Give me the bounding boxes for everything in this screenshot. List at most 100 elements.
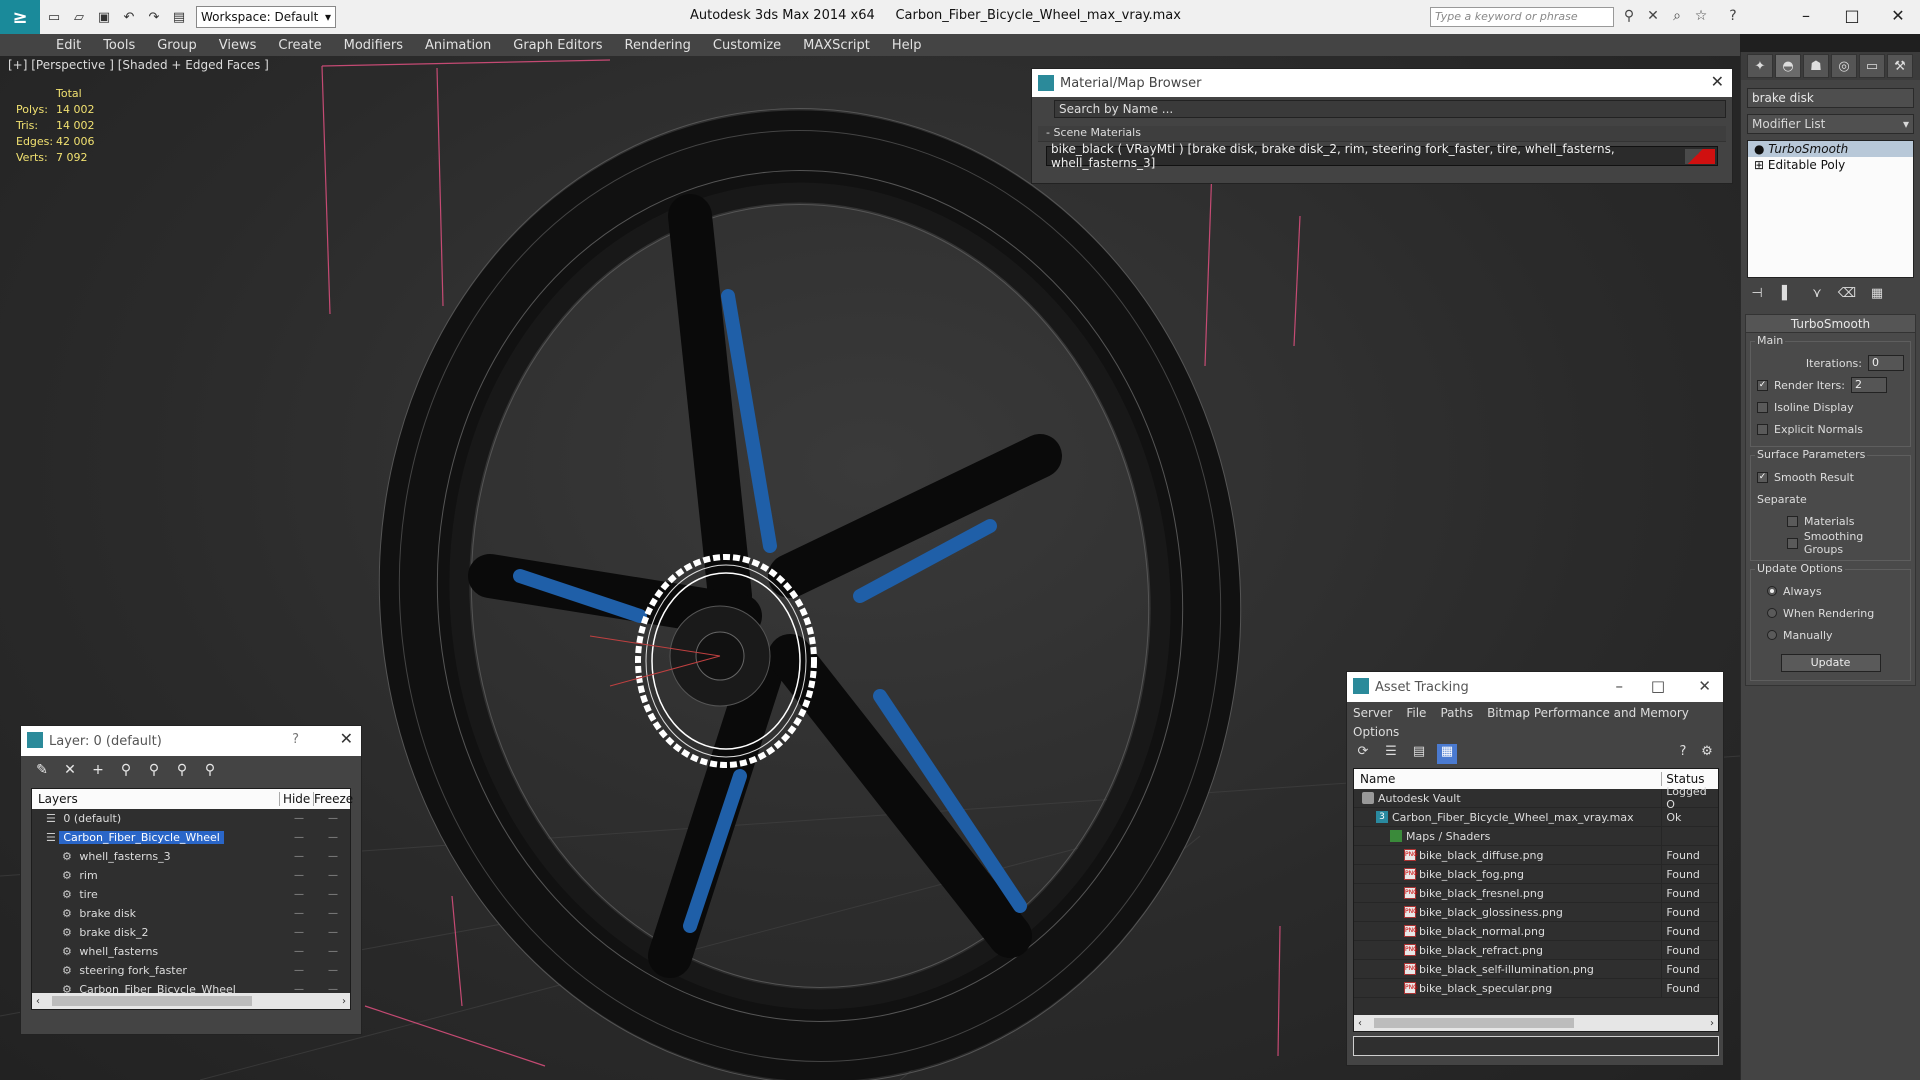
asset-menu-file[interactable]: File xyxy=(1406,706,1426,723)
scroll-thumb[interactable] xyxy=(52,996,252,1006)
modifier-list-dropdown[interactable]: Modifier List ▾ xyxy=(1747,114,1914,134)
menu-animation[interactable]: Animation xyxy=(425,38,491,53)
freeze-toggle[interactable]: — xyxy=(316,908,350,919)
tools-icon[interactable]: ✕ xyxy=(1644,8,1662,26)
hierarchy-tab-icon[interactable]: ☗ xyxy=(1803,54,1829,78)
freeze-toggle[interactable]: — xyxy=(316,832,350,843)
column-freeze[interactable]: Freeze xyxy=(314,792,353,806)
communication-icon[interactable]: ⌕ xyxy=(1668,8,1686,26)
render-iters-checkbox[interactable]: ✓ xyxy=(1757,379,1768,391)
asset-row[interactable]: Autodesk Vault Logged O xyxy=(1354,785,1718,811)
open-file-icon[interactable]: ▱ xyxy=(68,6,90,28)
freeze-toggle[interactable]: — xyxy=(316,946,350,957)
delete-layer-icon[interactable]: ✕ xyxy=(61,762,79,780)
when-rendering-radio[interactable] xyxy=(1767,608,1777,618)
layer-row[interactable]: ⚙ rim — — xyxy=(32,866,350,885)
hide-all-icon[interactable]: ⚲ xyxy=(173,762,191,780)
menu-modifiers[interactable]: Modifiers xyxy=(344,38,403,53)
show-end-result-icon[interactable]: ▌ xyxy=(1777,286,1797,306)
refresh-icon[interactable]: ⟳ xyxy=(1353,744,1373,764)
explicit-normals-checkbox[interactable] xyxy=(1757,423,1768,435)
scroll-right-icon[interactable]: › xyxy=(1710,1018,1714,1029)
layer-row[interactable]: ⚙ whell_fasterns_3— — xyxy=(32,847,350,866)
menu-edit[interactable]: Edit xyxy=(56,38,81,53)
app-logo-icon[interactable]: ≥ xyxy=(0,0,40,34)
create-layer-icon[interactable]: ✎ xyxy=(33,762,51,780)
table-view-icon[interactable]: ▦ xyxy=(1437,744,1457,764)
freeze-toggle[interactable]: — xyxy=(316,927,350,938)
stack-item-editable-poly[interactable]: ⊞ Editable Poly xyxy=(1748,157,1913,173)
smooth-result-checkbox[interactable]: ✓ xyxy=(1757,471,1768,483)
always-radio[interactable] xyxy=(1767,586,1777,596)
iterations-spinner[interactable]: 0 xyxy=(1868,355,1904,371)
asset-row[interactable]: 3 Carbon_Fiber_Bicycle_Wheel_max_vray.max… xyxy=(1354,807,1718,827)
make-unique-icon[interactable]: ⋎ xyxy=(1807,286,1827,306)
horizontal-scrollbar[interactable]: ‹ › xyxy=(32,993,350,1009)
materials-checkbox[interactable] xyxy=(1787,515,1798,527)
layer-row[interactable]: ⚙ whell_fasterns — — xyxy=(32,942,350,961)
asset-dialog-header[interactable]: Asset Tracking – □ ✕ xyxy=(1347,672,1723,702)
asset-row[interactable]: PNG bike_black_fresnel.png Found xyxy=(1354,883,1718,903)
create-tab-icon[interactable]: ✦ xyxy=(1747,54,1773,78)
hide-toggle[interactable]: — xyxy=(282,832,316,843)
scroll-thumb[interactable] xyxy=(1374,1018,1574,1028)
layer-row[interactable]: ⚙ tire — — xyxy=(32,885,350,904)
asset-row[interactable]: PNG bike_black_self-illumination.png Found xyxy=(1354,959,1718,979)
scroll-left-icon[interactable]: ‹ xyxy=(1358,1018,1362,1029)
hide-toggle[interactable]: — xyxy=(282,851,316,862)
hide-toggle[interactable]: — xyxy=(282,908,316,919)
hide-toggle[interactable]: — xyxy=(282,870,316,881)
column-layers[interactable]: Layers xyxy=(32,792,281,806)
minimize-icon[interactable]: – xyxy=(1616,677,1624,695)
asset-path-field[interactable] xyxy=(1353,1036,1719,1056)
pin-stack-icon[interactable]: ⊣ xyxy=(1747,286,1767,306)
new-file-icon[interactable]: ▭ xyxy=(43,6,65,28)
asset-menu-options[interactable]: Options xyxy=(1353,725,1399,742)
redo-icon[interactable]: ↷ xyxy=(143,6,165,28)
vault-help-icon[interactable]: ? xyxy=(1673,744,1693,764)
menu-views[interactable]: Views xyxy=(219,38,257,53)
minimize-icon[interactable]: – xyxy=(1786,4,1826,28)
favorites-star-icon[interactable]: ☆ xyxy=(1692,8,1710,26)
close-icon[interactable]: ✕ xyxy=(1711,72,1724,91)
asset-row[interactable]: PNG bike_black_refract.png Found xyxy=(1354,940,1718,960)
layer-row[interactable]: ⚙ brake disk — — xyxy=(32,904,350,923)
freeze-toggle[interactable]: — xyxy=(316,889,350,900)
layer-row[interactable]: ☰ 0 (default) — — xyxy=(32,809,350,828)
help-icon[interactable]: ? xyxy=(1724,8,1742,26)
asset-menu-bitmap[interactable]: Bitmap Performance and Memory xyxy=(1487,706,1689,723)
freeze-toggle[interactable]: — xyxy=(316,870,350,881)
material-search-input[interactable]: Search by Name ... xyxy=(1054,100,1726,118)
binoculars-icon[interactable]: ⚲ xyxy=(1620,8,1638,26)
asset-row[interactable]: PNG bike_black_normal.png Found xyxy=(1354,921,1718,941)
menu-maxscript[interactable]: MAXScript xyxy=(803,38,870,53)
utilities-tab-icon[interactable]: ⚒ xyxy=(1887,54,1913,78)
hide-toggle[interactable]: — xyxy=(282,965,316,976)
save-file-icon[interactable]: ▣ xyxy=(93,6,115,28)
scroll-right-icon[interactable]: › xyxy=(342,996,346,1007)
highlight-layer-icon[interactable]: ⚲ xyxy=(145,762,163,780)
menu-graph-editors[interactable]: Graph Editors xyxy=(513,38,602,53)
asset-row[interactable]: PNG bike_black_fog.png Found xyxy=(1354,864,1718,884)
object-name-field[interactable]: brake disk xyxy=(1747,88,1914,108)
help-icon[interactable]: ? xyxy=(292,732,299,747)
freeze-all-icon[interactable]: ⚲ xyxy=(201,762,219,780)
asset-row[interactable]: PNG bike_black_glossiness.png Found xyxy=(1354,902,1718,922)
viewport-label[interactable]: [+] [Perspective ] [Shaded + Edged Faces… xyxy=(8,58,269,72)
undo-icon[interactable]: ↶ xyxy=(118,6,140,28)
menu-tools[interactable]: Tools xyxy=(103,38,135,53)
layer-row[interactable]: ⚙ steering fork_faster — — xyxy=(32,961,350,980)
isoline-checkbox[interactable] xyxy=(1757,401,1768,413)
asset-menu-server[interactable]: Server xyxy=(1353,706,1392,723)
asset-menu-paths[interactable]: Paths xyxy=(1440,706,1473,723)
layer-row[interactable]: ☰ Carbon_Fiber_Bicycle_Wheel — — xyxy=(32,828,350,847)
maximize-icon[interactable]: □ xyxy=(1832,4,1872,28)
column-name[interactable]: Name xyxy=(1354,772,1663,786)
close-icon[interactable]: ✕ xyxy=(340,729,353,748)
close-icon[interactable]: ✕ xyxy=(1878,4,1918,28)
asset-row[interactable]: PNG bike_black_diffuse.png Found xyxy=(1354,845,1718,865)
column-status[interactable]: Status xyxy=(1662,772,1718,786)
configure-sets-icon[interactable]: ▦ xyxy=(1867,286,1887,306)
freeze-toggle[interactable]: — xyxy=(316,813,350,824)
add-to-layer-icon[interactable]: + xyxy=(89,762,107,780)
